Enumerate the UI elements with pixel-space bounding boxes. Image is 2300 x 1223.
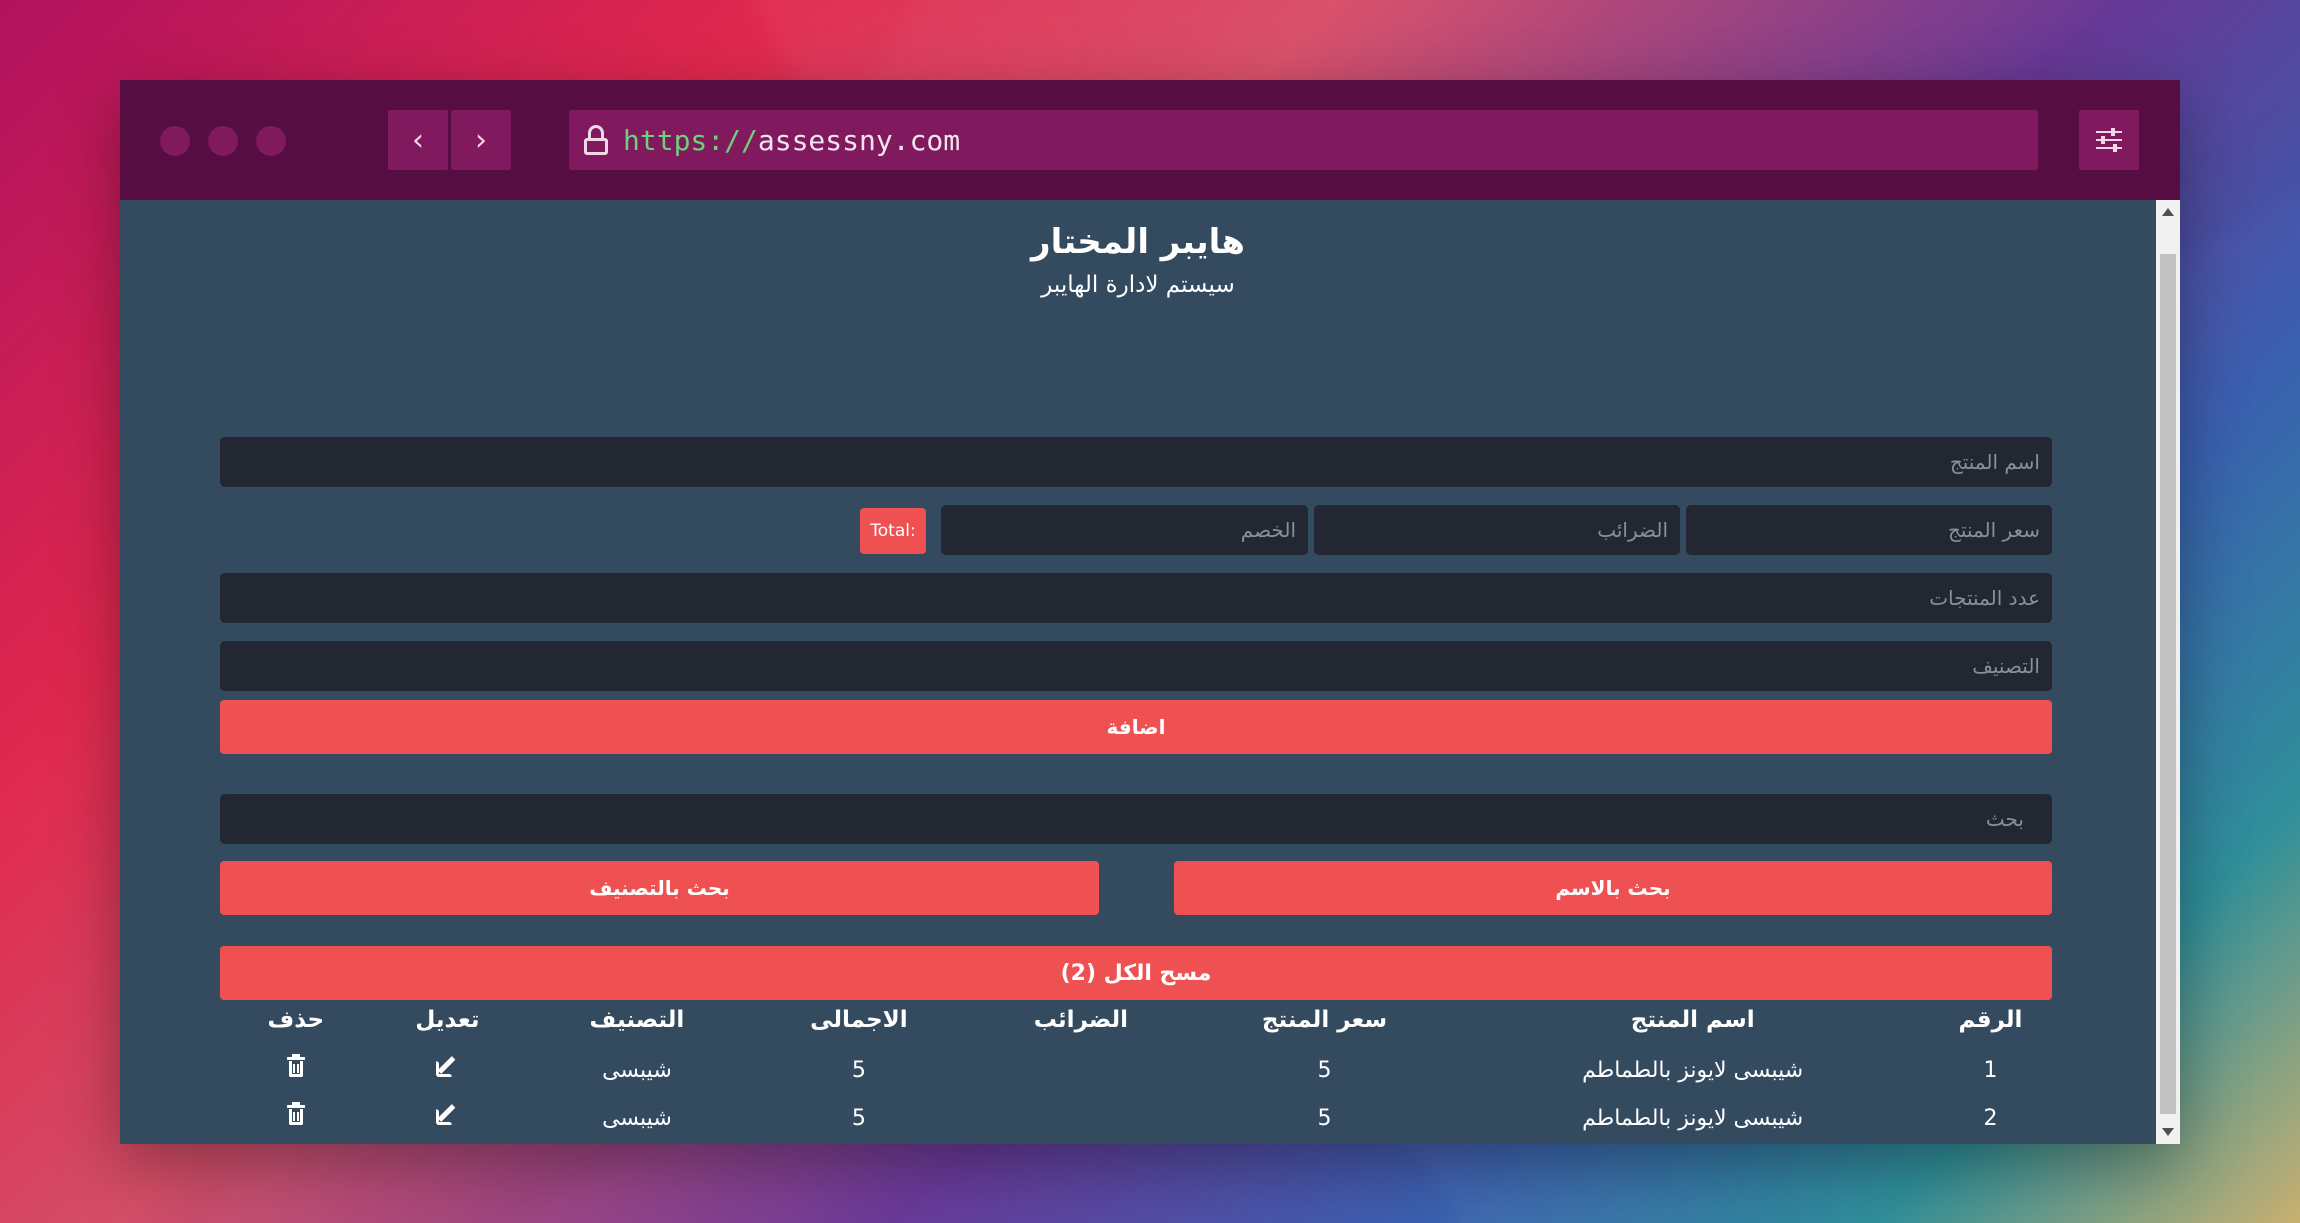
browser-titlebar: ‹ › https://assessny.com — [120, 80, 2180, 200]
cell-id: 1 — [1983, 1057, 1998, 1083]
cell-category: شيبسى — [602, 1105, 672, 1131]
add-button[interactable]: اضافة — [220, 700, 2052, 754]
scroll-down-arrow[interactable] — [2162, 1128, 2174, 1136]
vertical-scrollbar[interactable] — [2156, 200, 2180, 1144]
discount-input[interactable] — [941, 505, 1308, 555]
header-delete: حذف — [267, 1007, 325, 1033]
url-scheme: https:// — [623, 123, 758, 157]
edit-button[interactable] — [372, 1094, 524, 1142]
edit-icon[interactable] — [435, 1055, 459, 1079]
cell-category: شيبسى — [602, 1057, 672, 1083]
cell-name: شيبسى لايونز بالطماطم — [1582, 1105, 1804, 1131]
page-subtitle: سيستم لادارة الهايبر — [1041, 272, 1235, 298]
settings-button[interactable] — [2079, 110, 2139, 170]
delete-button[interactable] — [220, 1094, 372, 1142]
search-by-category-button[interactable]: بحث بالتصنيف — [220, 861, 1099, 915]
address-bar[interactable]: https://assessny.com — [569, 110, 2038, 170]
table-row: 1 شيبسى لايونز بالطماطم 5 5 شيبسى — [220, 1046, 2050, 1094]
trash-icon[interactable] — [284, 1054, 308, 1079]
header-category: التصنيف — [589, 1007, 685, 1033]
edit-button[interactable] — [372, 1046, 524, 1094]
close-window-button[interactable] — [160, 126, 190, 156]
price-input[interactable] — [1686, 505, 2052, 555]
delete-button[interactable] — [220, 1046, 372, 1094]
search-by-name-button[interactable]: بحث بالاسم — [1174, 861, 2052, 915]
cell-total: 5 — [851, 1057, 866, 1083]
table-header-row: الرقم اسم المنتج سعر المنتج الضرائب الاج… — [220, 994, 2050, 1046]
cell-total: 5 — [851, 1105, 866, 1131]
count-input[interactable] — [220, 573, 2052, 623]
taxes-input[interactable] — [1314, 505, 1680, 555]
header-id: الرقم — [1958, 1007, 2023, 1033]
browser-window: ‹ › https://assessny.com هايبر المختار س… — [120, 80, 2180, 1144]
cell-id: 2 — [1983, 1105, 1998, 1131]
trash-icon[interactable] — [284, 1102, 308, 1127]
table-row: 2 شيبسى لايونز بالطماطم 5 5 شيبسى — [220, 1094, 2050, 1142]
lock-icon — [583, 125, 609, 155]
scrollbar-thumb[interactable] — [2160, 254, 2176, 1114]
sliders-icon — [2096, 128, 2122, 136]
forward-button[interactable]: › — [451, 110, 511, 170]
window-controls — [160, 126, 286, 156]
cell-taxes — [967, 1046, 1194, 1094]
url-host: assessny.com — [757, 123, 961, 157]
cell-taxes — [967, 1094, 1194, 1142]
cell-name: شيبسى لايونز بالطماطم — [1582, 1057, 1804, 1083]
back-button[interactable]: ‹ — [388, 110, 448, 170]
product-name-input[interactable] — [220, 437, 2052, 487]
edit-icon[interactable] — [435, 1103, 459, 1127]
chevron-left-icon: ‹ — [412, 122, 424, 158]
cell-price: 5 — [1317, 1105, 1332, 1131]
header-name: اسم المنتج — [1630, 1007, 1755, 1033]
total-badge: Total: — [860, 508, 926, 554]
url-text[interactable]: https://assessny.com — [623, 124, 960, 157]
minimize-window-button[interactable] — [208, 126, 238, 156]
header-edit: تعديل — [415, 1007, 480, 1033]
header-taxes: الضرائب — [1033, 1007, 1129, 1033]
cell-price: 5 — [1317, 1057, 1332, 1083]
category-input[interactable] — [220, 641, 2052, 691]
header-total: الاجمالى — [810, 1007, 908, 1033]
products-table: الرقم اسم المنتج سعر المنتج الضرائب الاج… — [220, 994, 2050, 1142]
header-price: سعر المنتج — [1261, 1007, 1388, 1033]
scroll-up-arrow[interactable] — [2162, 208, 2174, 216]
maximize-window-button[interactable] — [256, 126, 286, 156]
search-input[interactable] — [220, 794, 2052, 844]
clear-all-button[interactable]: مسح الكل (2) — [220, 946, 2052, 1000]
page-title: هايبر المختار — [1031, 222, 1245, 262]
chevron-right-icon: › — [475, 122, 487, 158]
